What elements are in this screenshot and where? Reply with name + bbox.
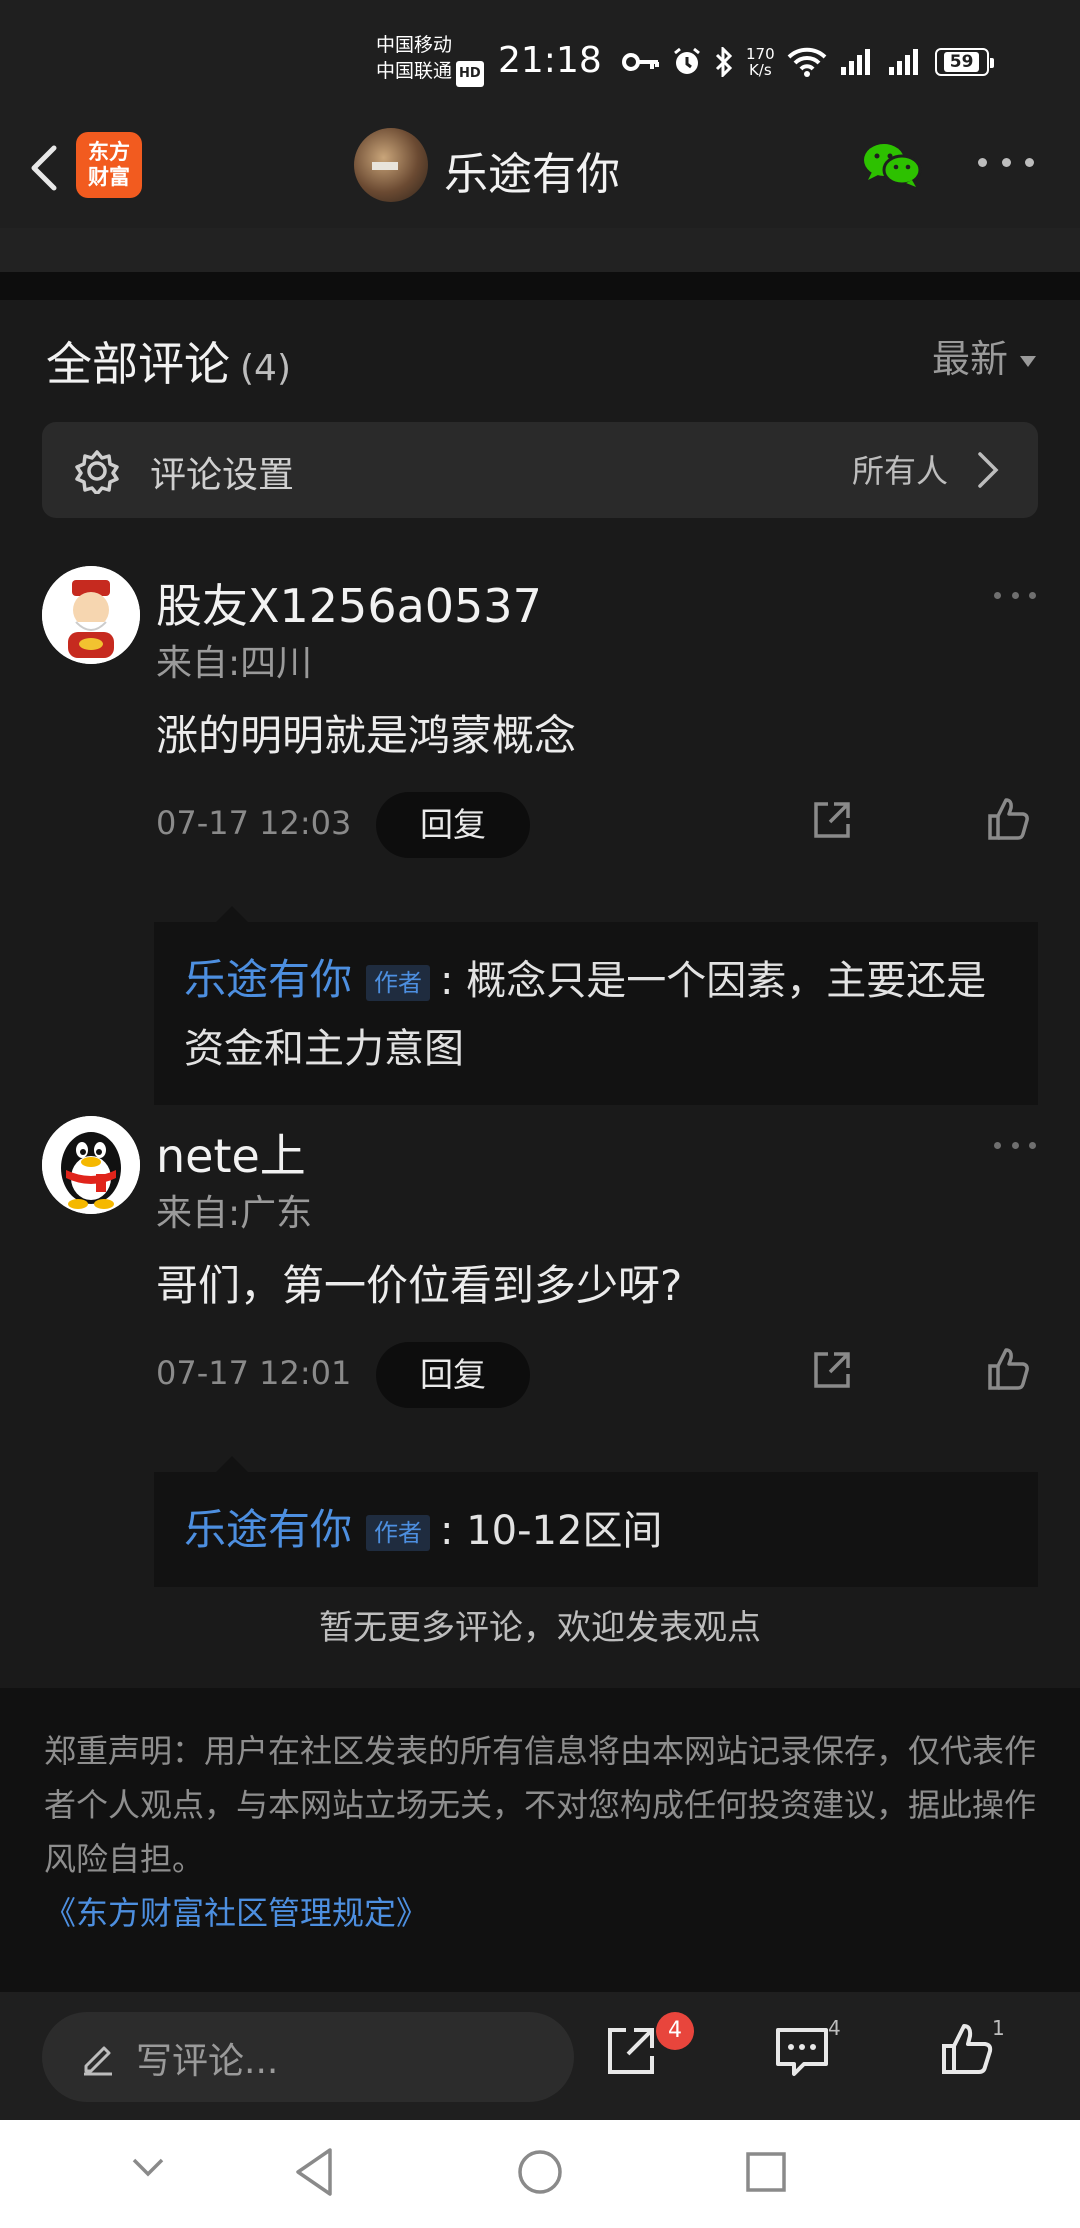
comment-settings-label: 评论设置: [150, 455, 295, 496]
comments-title: 全部评论 (4): [46, 328, 291, 394]
no-more-comments: 暂无更多评论，欢迎发表观点: [319, 1608, 761, 1648]
chevron-right-icon: [978, 452, 999, 488]
caishen-avatar-icon: [42, 566, 140, 664]
disclaimer: 郑重声明：用户在社区发表的所有信息将由本网站记录保存，仅代表作者个人观点，与本网…: [0, 1688, 1080, 1992]
net-speed-value: 170: [746, 45, 775, 63]
comment-text: 哥们，第一价位看到多少呀?: [156, 1261, 683, 1310]
wechat-share-icon[interactable]: [862, 140, 922, 190]
write-comment-input[interactable]: 写评论...: [42, 2012, 574, 2102]
bluetooth-icon: [715, 47, 733, 77]
page-title[interactable]: 乐途有你: [444, 138, 620, 202]
user-location: 来自:四川: [156, 643, 313, 684]
comment-text: 涨的明明就是鸿蒙概念: [156, 711, 577, 760]
status-bar: 中国移动 中国联通 HD 21:18 170 K/s 59: [0, 0, 1080, 110]
clock: 21:18: [498, 40, 602, 81]
community-rules-link[interactable]: 《东方财富社区管理规定》: [44, 1888, 1036, 1934]
like-icon[interactable]: [940, 2022, 994, 2076]
carrier-info: 中国移动 中国联通 HD: [376, 32, 484, 87]
carrier-2: 中国联通: [376, 60, 453, 82]
comment-count: 4: [828, 2016, 841, 2040]
section-gap: [0, 272, 1080, 300]
reply-button[interactable]: 回复: [376, 792, 530, 858]
signal-icon-2: [888, 49, 918, 75]
share-count-badge: 4: [656, 2012, 694, 2050]
signal-icon-1: [840, 49, 870, 75]
net-speed: 170 K/s: [746, 46, 775, 78]
header-divider: [0, 228, 1080, 272]
wifi-icon: [787, 47, 827, 77]
nav-back-icon[interactable]: [292, 2146, 336, 2198]
author-reply: 乐途有你 作者: 概念只是一个因素，主要还是资金和主力意图: [154, 906, 1038, 1105]
user-avatar[interactable]: [42, 566, 140, 664]
app-logo[interactable]: 东方 财富: [76, 132, 142, 198]
author-avatar[interactable]: [354, 128, 428, 202]
caret-down-icon: [1020, 356, 1036, 367]
author-tag: 作者: [366, 1515, 431, 1551]
comment-icon[interactable]: [774, 2026, 830, 2078]
app-logo-line2: 财富: [88, 165, 130, 189]
battery-level: 59: [943, 52, 980, 72]
gear-icon: [75, 450, 119, 494]
disclaimer-text: 郑重声明：用户在社区发表的所有信息将由本网站记录保存，仅代表作者个人观点，与本网…: [44, 1732, 1037, 1878]
bottom-action-bar: 写评论... 4 4 1: [0, 1992, 1080, 2120]
comment-time: 07-17 12:03: [156, 804, 352, 842]
reply-text: : 10-12区间: [440, 1508, 663, 1554]
hd-badge: HD: [456, 61, 484, 87]
more-options-icon[interactable]: [978, 158, 1034, 172]
comment-item: nete上 来自:广东 哥们，第一价位看到多少呀? 07-17 12:01 回复…: [0, 1116, 1080, 1596]
key-icon: [622, 53, 659, 71]
write-comment-placeholder: 写评论...: [136, 2041, 279, 2082]
comment-item: 股友X1256a0537 来自:四川 涨的明明就是鸿蒙概念 07-17 12:0…: [0, 566, 1080, 1105]
reply-author[interactable]: 乐途有你: [184, 1505, 352, 1554]
author-reply: 乐途有你 作者: 10-12区间: [154, 1456, 1038, 1587]
user-avatar[interactable]: [42, 1116, 140, 1214]
share-icon[interactable]: [808, 796, 856, 844]
reply-button[interactable]: 回复: [376, 1342, 530, 1408]
user-location: 来自:广东: [156, 1193, 313, 1234]
collapse-down-icon[interactable]: [128, 2146, 168, 2186]
comments-title-text: 全部评论: [46, 337, 230, 391]
comment-settings-row[interactable]: 评论设置 所有人: [42, 422, 1038, 518]
status-icons: 170 K/s 59: [622, 42, 994, 82]
nav-recents-icon[interactable]: [744, 2146, 788, 2198]
like-count: 1: [992, 2016, 1005, 2040]
username[interactable]: nete上: [156, 1120, 306, 1186]
comment-settings-value: 所有人: [851, 452, 948, 490]
app-header: 东方 财富 乐途有你: [0, 110, 1080, 228]
penguin-avatar-icon: [42, 1116, 140, 1214]
comments-section: 全部评论 (4) 最新 评论设置 所有人 股友X1256a0537 来自:四川 涨…: [0, 300, 1080, 1688]
sort-label: 最新: [931, 337, 1008, 381]
reply-author[interactable]: 乐途有你: [184, 955, 352, 1004]
author-tag: 作者: [366, 965, 431, 1001]
app-logo-line1: 东方: [88, 140, 130, 164]
carrier-1: 中国移动: [376, 34, 453, 56]
comment-more-icon[interactable]: [994, 1142, 1036, 1152]
comments-count: (4): [240, 348, 291, 389]
username[interactable]: 股友X1256a0537: [156, 570, 542, 636]
system-navigation-bar: [0, 2120, 1080, 2228]
battery-icon: 59: [934, 48, 994, 76]
like-icon[interactable]: [986, 1346, 1032, 1392]
net-speed-unit: K/s: [748, 61, 772, 79]
share-icon[interactable]: [808, 1346, 856, 1394]
comment-more-icon[interactable]: [994, 592, 1036, 602]
sort-dropdown[interactable]: 最新: [932, 328, 1036, 383]
alarm-icon: [674, 47, 700, 74]
share-icon[interactable]: [604, 2024, 658, 2078]
back-arrow-icon[interactable]: [24, 138, 64, 198]
like-icon[interactable]: [986, 796, 1032, 842]
pen-icon: [84, 2046, 112, 2076]
nav-home-icon[interactable]: [516, 2146, 564, 2198]
comment-time: 07-17 12:01: [156, 1354, 352, 1392]
